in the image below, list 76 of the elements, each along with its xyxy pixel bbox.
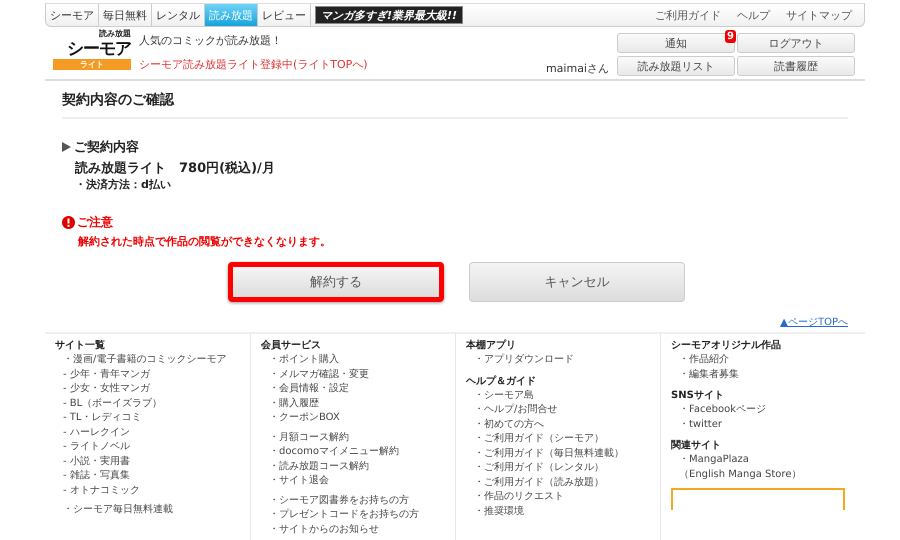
footer-link[interactable]: - 小説・実用書 [63, 454, 240, 469]
footer-link[interactable]: ・作品紹介 [679, 353, 855, 368]
footer-link[interactable]: - オトナコミック [63, 484, 240, 498]
footer-link[interactable]: ・推奨環境 [474, 504, 650, 519]
footer-link[interactable]: - 少女・女性マンガ [63, 382, 240, 396]
section-heading: ご契約内容 [74, 138, 139, 156]
footer-link[interactable]: ・twitter [679, 418, 855, 432]
footer-link[interactable]: （English Manga Store） [679, 468, 855, 482]
top-link[interactable]: ヘルプ [737, 8, 770, 22]
page-top-link[interactable]: ▲ページTOPへ [62, 315, 848, 329]
footer-link[interactable]: ・購入履歴 [269, 396, 445, 411]
logo[interactable]: 読み放題 シーモア ライト [53, 29, 131, 79]
footer-link[interactable]: - BL（ボーイズラブ） [63, 396, 240, 411]
footer-link[interactable]: ・クーポンBOX [269, 411, 445, 426]
footer-link[interactable]: ・アプリダウンロード [474, 353, 650, 368]
notice-heading: ご注意 [77, 214, 113, 231]
footer-link[interactable]: - ハーレクイン [63, 426, 240, 440]
action-button[interactable]: キャンセル [469, 262, 685, 302]
user-name: maimaiさん [546, 61, 609, 76]
footer-link[interactable]: ・漫画/電子書籍のコミックシーモア [63, 353, 240, 368]
footer-heading: サイト一覧 [55, 338, 106, 352]
promo-banner[interactable]: マンガ多すぎ!業界最大級!! [315, 6, 464, 24]
footer-link[interactable]: - ライトノベル [63, 440, 240, 454]
footer-link[interactable]: ・編集者募集 [679, 368, 855, 382]
footer-link[interactable]: ・シーモア島 [474, 388, 650, 403]
footer-link[interactable]: ・ヘルプ/お問合せ [474, 403, 650, 418]
footer-heading: SNSサイト [671, 389, 725, 402]
logo-wordmark: シーモア [67, 39, 131, 59]
footer-link[interactable]: ・ご利用ガイド（レンタル） [474, 461, 650, 476]
header-button[interactable]: 読書履歴 [737, 56, 855, 76]
footer-link[interactable]: ・docomoマイメニュー解約 [269, 445, 445, 460]
footer-heading: ヘルプ＆ガイド [466, 374, 537, 388]
tagline: 人気のコミックが読み放題！ [139, 33, 283, 48]
footer-heading: 関連サイト [671, 438, 722, 452]
footer-link[interactable]: ・シーモア毎日無料連載 [63, 503, 240, 518]
footer-link[interactable]: ・メルマガ確認・変更 [269, 368, 445, 382]
footer-link[interactable]: - 少年・青年マンガ [63, 368, 240, 382]
page-title: 契約内容のご確認 [62, 81, 848, 119]
footer-link[interactable]: ・初めての方へ [474, 418, 650, 432]
payment-text: ・決済方法：d払い [75, 177, 172, 192]
footer-link[interactable]: ・ご利用ガイド（読み放題） [474, 476, 650, 490]
notification-badge: 9 [725, 30, 736, 43]
footer-link[interactable]: ・会員情報・設定 [269, 382, 445, 396]
nav-tab[interactable]: レビュー [258, 4, 311, 26]
footer-link[interactable]: ・シーモア図書券をお持ちの方 [269, 494, 445, 508]
footer-heading: 本棚アプリ [466, 338, 517, 352]
footer-link[interactable]: ・サイトからのお知らせ [269, 522, 445, 537]
warning-icon [62, 216, 75, 229]
footer-heading: 会員サービス [261, 338, 322, 352]
notice-text: 解約された時点で作品の閲覧ができなくなります。 [78, 234, 332, 249]
action-button[interactable]: 解約する [228, 262, 444, 302]
footer-link[interactable]: ・作品のリクエスト [474, 490, 650, 504]
header-button[interactable]: 読み放題リスト [617, 56, 735, 76]
top-link[interactable]: ご利用ガイド [655, 8, 721, 22]
header-button[interactable]: ログアウト [737, 33, 855, 53]
footer-link[interactable]: ・読み放題コース解約 [269, 460, 445, 474]
triangle-icon [62, 142, 71, 152]
footer-heading: シーモアオリジナル作品 [671, 338, 782, 352]
status-link[interactable]: シーモア読み放題ライト登録中(ライトTOPへ) [139, 57, 368, 72]
footer-link[interactable]: ・月額コース解約 [269, 430, 445, 445]
logo-label: ライト [53, 59, 131, 70]
footer-link[interactable]: - TL・レディコミ [63, 411, 240, 426]
footer-link[interactable]: ・ご利用ガイド（シーモア） [474, 432, 650, 446]
footer-link[interactable]: ・ポイント購入 [269, 353, 445, 368]
footer-link[interactable]: ・Facebookページ [679, 403, 855, 418]
nav-tab[interactable]: シーモア [46, 4, 99, 26]
footer-link[interactable]: - 雑誌・写真集 [63, 469, 240, 484]
header-button[interactable]: 通知 9 [617, 33, 735, 53]
footer-link[interactable]: ・MangaPlaza [679, 453, 855, 468]
footer-link[interactable]: ・ご利用ガイド（毎日無料連載） [474, 446, 650, 461]
nav-tab[interactable]: 毎日無料 [99, 4, 152, 26]
logo-subtitle: 読み放題 [99, 29, 131, 39]
top-link[interactable]: サイトマップ [786, 8, 852, 22]
plan-text: 読み放題ライト 780円(税込)/月 [75, 160, 276, 177]
footer-link[interactable]: ・プレゼントコードをお持ちの方 [269, 508, 445, 522]
footer-link[interactable]: ・サイト退会 [269, 474, 445, 488]
